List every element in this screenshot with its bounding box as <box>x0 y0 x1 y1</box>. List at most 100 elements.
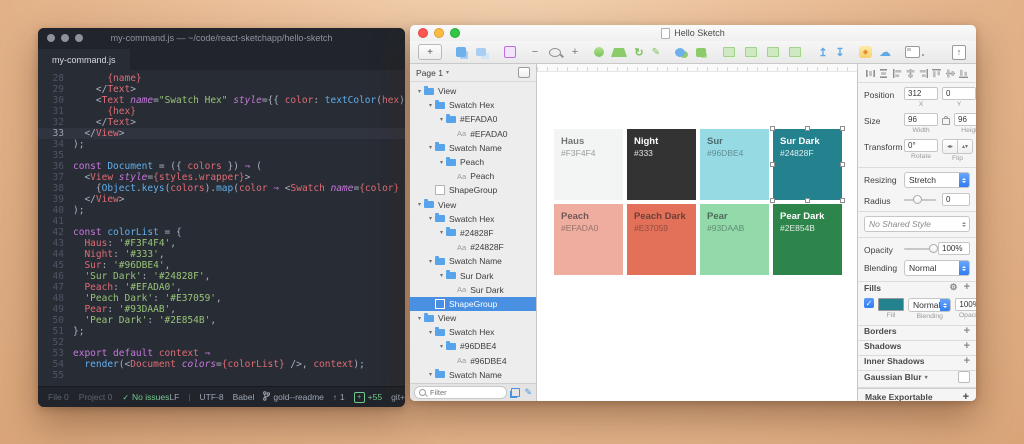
gear-icon[interactable]: ⚙ <box>949 282 957 293</box>
swatch-pear-dark[interactable]: Pear Dark #2E854B <box>773 204 842 275</box>
code-line[interactable]: 30 <Text name="Swatch Hex" style={{ colo… <box>38 95 405 106</box>
disclosure-triangle-icon[interactable]: ▾ <box>437 229 446 236</box>
close-button[interactable] <box>47 34 55 42</box>
layer-row-folder[interactable]: ▾ View <box>410 84 536 98</box>
mask-tool-icon[interactable] <box>675 47 685 57</box>
add-shadow-button[interactable]: + <box>964 340 970 351</box>
code-line[interactable]: 39 </View> <box>38 194 405 205</box>
code-line[interactable]: 33 </View> <box>38 128 405 139</box>
code-line[interactable]: 40); <box>38 205 405 216</box>
fill-checkbox[interactable]: ✓ <box>864 298 874 308</box>
align-middle-icon[interactable] <box>945 68 956 79</box>
disclosure-triangle-icon[interactable]: ▾ <box>437 343 446 350</box>
layer-row-folder[interactable]: ▾ Swatch Hex <box>410 98 536 112</box>
make-exportable-bar[interactable]: Make Exportable + <box>858 388 976 401</box>
disclosure-triangle-icon[interactable]: ▾ <box>426 215 435 222</box>
editor-titlebar[interactable]: my-command.js — ~/code/react-sketchapp/h… <box>38 28 405 48</box>
align-bottom-icon[interactable] <box>958 68 969 79</box>
code-line[interactable]: 55 <box>38 370 405 381</box>
add-fill-button[interactable]: + <box>964 282 970 293</box>
exportable-icon[interactable]: ◆ <box>859 46 872 58</box>
layer-row-folder[interactable]: ▾ #EFADA0 <box>410 112 536 126</box>
line-number[interactable]: 51 <box>38 326 73 337</box>
disclosure-triangle-icon[interactable]: ▾ <box>426 144 435 151</box>
lock-icon[interactable] <box>942 116 950 125</box>
swatch-peach-dark[interactable]: Peach Dark #E37059 <box>627 204 696 275</box>
align-right-icon[interactable] <box>918 68 929 79</box>
layer-row-folder[interactable]: ▾ Swatch Name <box>410 254 536 268</box>
swatch-pear[interactable]: Pear #93DAAB <box>700 204 769 275</box>
code-line[interactable]: 53 export default context ⇒ <box>38 348 405 359</box>
selection-handle[interactable] <box>804 126 810 131</box>
grammar[interactable]: Babel <box>233 392 255 402</box>
line-number[interactable]: 43 <box>38 238 73 249</box>
code-line[interactable]: 49 Pear: '#93DAAB', <box>38 304 405 315</box>
subtract-icon[interactable] <box>745 47 757 57</box>
intersect-icon[interactable] <box>767 47 779 57</box>
line-ending[interactable]: LF <box>169 392 179 402</box>
symbol-icon[interactable] <box>504 46 516 58</box>
pencil-tool-icon[interactable]: ✎ <box>651 45 661 60</box>
disclosure-triangle-icon[interactable]: ▾ <box>426 258 435 265</box>
line-number[interactable]: 34 <box>38 139 73 150</box>
selection-handle[interactable] <box>840 126 845 131</box>
line-number[interactable]: 42 <box>38 227 73 238</box>
bring-forward-icon[interactable]: ↥ <box>818 45 828 60</box>
layer-row-text[interactable]: Aa Sur Dark <box>410 283 536 297</box>
line-number[interactable]: 41 <box>38 216 73 227</box>
disclosure-triangle-icon[interactable]: ▾ <box>426 102 435 109</box>
line-number[interactable]: 47 <box>38 282 73 293</box>
layer-row-text[interactable]: Aa #EFADA0 <box>410 127 536 141</box>
line-number[interactable]: 55 <box>38 370 73 381</box>
align-center-horizontal-icon[interactable] <box>905 68 916 79</box>
resizing-select[interactable]: Stretch <box>904 172 970 188</box>
zoom-out-button[interactable]: − <box>530 45 540 60</box>
page-selector[interactable]: Page 1 <box>416 68 443 78</box>
code-line[interactable]: 44 Night: '#333', <box>38 249 405 260</box>
sketch-titlebar[interactable]: Hello Sketch <box>410 25 976 41</box>
radius-input[interactable] <box>942 193 970 206</box>
add-border-button[interactable]: + <box>964 325 970 336</box>
insert-button[interactable]: + <box>418 44 442 60</box>
layer-row-folder[interactable]: ▾ Peach <box>410 155 536 169</box>
page-grid-icon[interactable] <box>518 67 530 78</box>
divider[interactable]: | <box>188 392 190 402</box>
ungroup-icon[interactable] <box>476 48 486 56</box>
blending-select[interactable]: Normal <box>904 260 970 276</box>
flip-vertical-button[interactable]: ▴▾ <box>958 139 973 154</box>
push-count[interactable]: ↑ 1 <box>333 392 345 402</box>
maximize-button[interactable] <box>75 34 83 42</box>
shared-style-select[interactable]: No Shared Style <box>864 216 970 232</box>
layer-row-folder[interactable]: ▾ View <box>410 198 536 212</box>
line-number[interactable]: 48 <box>38 293 73 304</box>
layer-row-folder[interactable]: ▾ View <box>410 311 536 325</box>
code-line[interactable]: 41 <box>38 216 405 227</box>
layer-row-folder[interactable]: ▾ Swatch Hex <box>410 325 536 339</box>
cloud-icon[interactable]: ☁ <box>879 45 891 60</box>
vector-tool-icon[interactable] <box>611 47 627 57</box>
disclosure-triangle-icon[interactable]: ▾ <box>426 371 435 378</box>
share-button[interactable]: ↑ <box>952 44 966 60</box>
layer-row-folder[interactable]: ▾ Swatch Name <box>410 368 536 382</box>
line-number[interactable]: 44 <box>38 249 73 260</box>
tab-my-command-js[interactable]: my-command.js <box>38 49 130 70</box>
line-number[interactable]: 38 <box>38 183 73 194</box>
code-line[interactable]: 54 render(<Document colors={colorList} /… <box>38 359 405 370</box>
code-line[interactable]: 42 const colorList = { <box>38 227 405 238</box>
selection-handle[interactable] <box>804 198 810 203</box>
filter-field[interactable] <box>414 386 508 399</box>
line-number[interactable]: 50 <box>38 315 73 326</box>
add-export-button[interactable]: + <box>963 391 969 401</box>
layer-row-folder[interactable]: ▾ Swatch Hex <box>410 212 536 226</box>
opacity-input[interactable] <box>938 242 970 255</box>
layer-row-folder[interactable]: ▾ #24828F <box>410 226 536 240</box>
opacity-slider-knob[interactable] <box>928 244 938 253</box>
radius-slider-knob[interactable] <box>912 195 922 204</box>
code-line[interactable]: 38 {Object.keys(colors).map(color ⇒ <Swa… <box>38 183 405 194</box>
minimize-button[interactable] <box>434 28 444 38</box>
union-icon[interactable] <box>723 47 735 57</box>
width-input[interactable] <box>904 113 938 126</box>
line-number[interactable]: 40 <box>38 205 73 216</box>
disclosure-triangle-icon[interactable]: ▾ <box>426 329 435 336</box>
encoding[interactable]: UTF-8 <box>200 392 224 402</box>
